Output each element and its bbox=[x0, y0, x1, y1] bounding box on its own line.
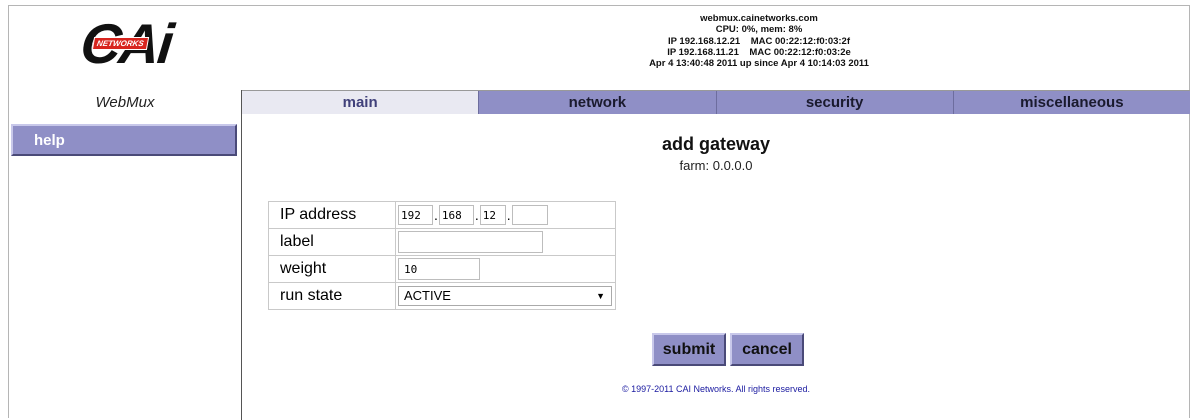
ip-address-fields: ... bbox=[395, 201, 616, 229]
copyright-footer: © 1997-2011 CAI Networks. All rights res… bbox=[621, 384, 811, 394]
help-button[interactable]: help bbox=[11, 124, 237, 156]
ip-octet-2[interactable] bbox=[438, 205, 474, 225]
gateway-form: IP address ... label weight run state AC… bbox=[268, 201, 616, 310]
logo: CAi NETWORKS bbox=[9, 6, 241, 90]
tab-bar: main network security miscellaneous bbox=[242, 90, 1190, 114]
cpu-mem: CPU: 0%, mem: 8% bbox=[715, 24, 803, 36]
label-input[interactable] bbox=[398, 231, 543, 253]
tab-security[interactable]: security bbox=[716, 91, 954, 114]
run-state-value: ACTIVE bbox=[404, 288, 451, 303]
submit-button[interactable]: submit bbox=[652, 333, 726, 366]
ip-octet-4[interactable] bbox=[511, 205, 548, 225]
row-label: label bbox=[268, 228, 616, 256]
page-frame: CAi NETWORKS webmux.cainetworks.com CPU:… bbox=[8, 5, 1190, 420]
system-info: webmux.cainetworks.com CPU: 0%, mem: 8% … bbox=[249, 13, 1194, 69]
ip-mac-1: IP 192.168.12.21 MAC 00:22:12:f0:03:2f bbox=[667, 35, 850, 47]
run-state-select[interactable]: ACTIVE ▼ bbox=[398, 286, 612, 306]
weight-input[interactable] bbox=[398, 258, 480, 280]
brand-label: WebMux bbox=[95, 94, 155, 111]
hostname: webmux.cainetworks.com bbox=[700, 13, 818, 24]
tab-main[interactable]: main bbox=[242, 91, 480, 114]
farm-subtitle: farm: 0.0.0.0 bbox=[679, 158, 753, 173]
cancel-button[interactable]: cancel bbox=[730, 333, 804, 366]
ip-mac-2: IP 192.168.11.21 MAC 00:22:12:f0:03:2e bbox=[667, 46, 851, 58]
ip-octet-1[interactable] bbox=[398, 205, 433, 225]
row-ip-address: IP address ... bbox=[268, 201, 616, 229]
ip-octet-3[interactable] bbox=[479, 205, 506, 225]
ip-address-label: IP address bbox=[268, 201, 396, 229]
uptime: Apr 4 13:40:48 2011 up since Apr 4 10:14… bbox=[649, 58, 869, 70]
tab-miscellaneous[interactable]: miscellaneous bbox=[953, 91, 1190, 114]
row-weight: weight bbox=[268, 255, 616, 283]
run-state-label: run state bbox=[268, 282, 396, 310]
page-title: add gateway bbox=[661, 134, 771, 154]
label-label: label bbox=[268, 228, 396, 256]
weight-label: weight bbox=[268, 255, 396, 283]
logo-badge: NETWORKS bbox=[91, 37, 149, 50]
row-run-state: run state ACTIVE ▼ bbox=[268, 282, 616, 310]
tab-network[interactable]: network bbox=[479, 91, 717, 114]
chevron-down-icon: ▼ bbox=[596, 291, 605, 301]
